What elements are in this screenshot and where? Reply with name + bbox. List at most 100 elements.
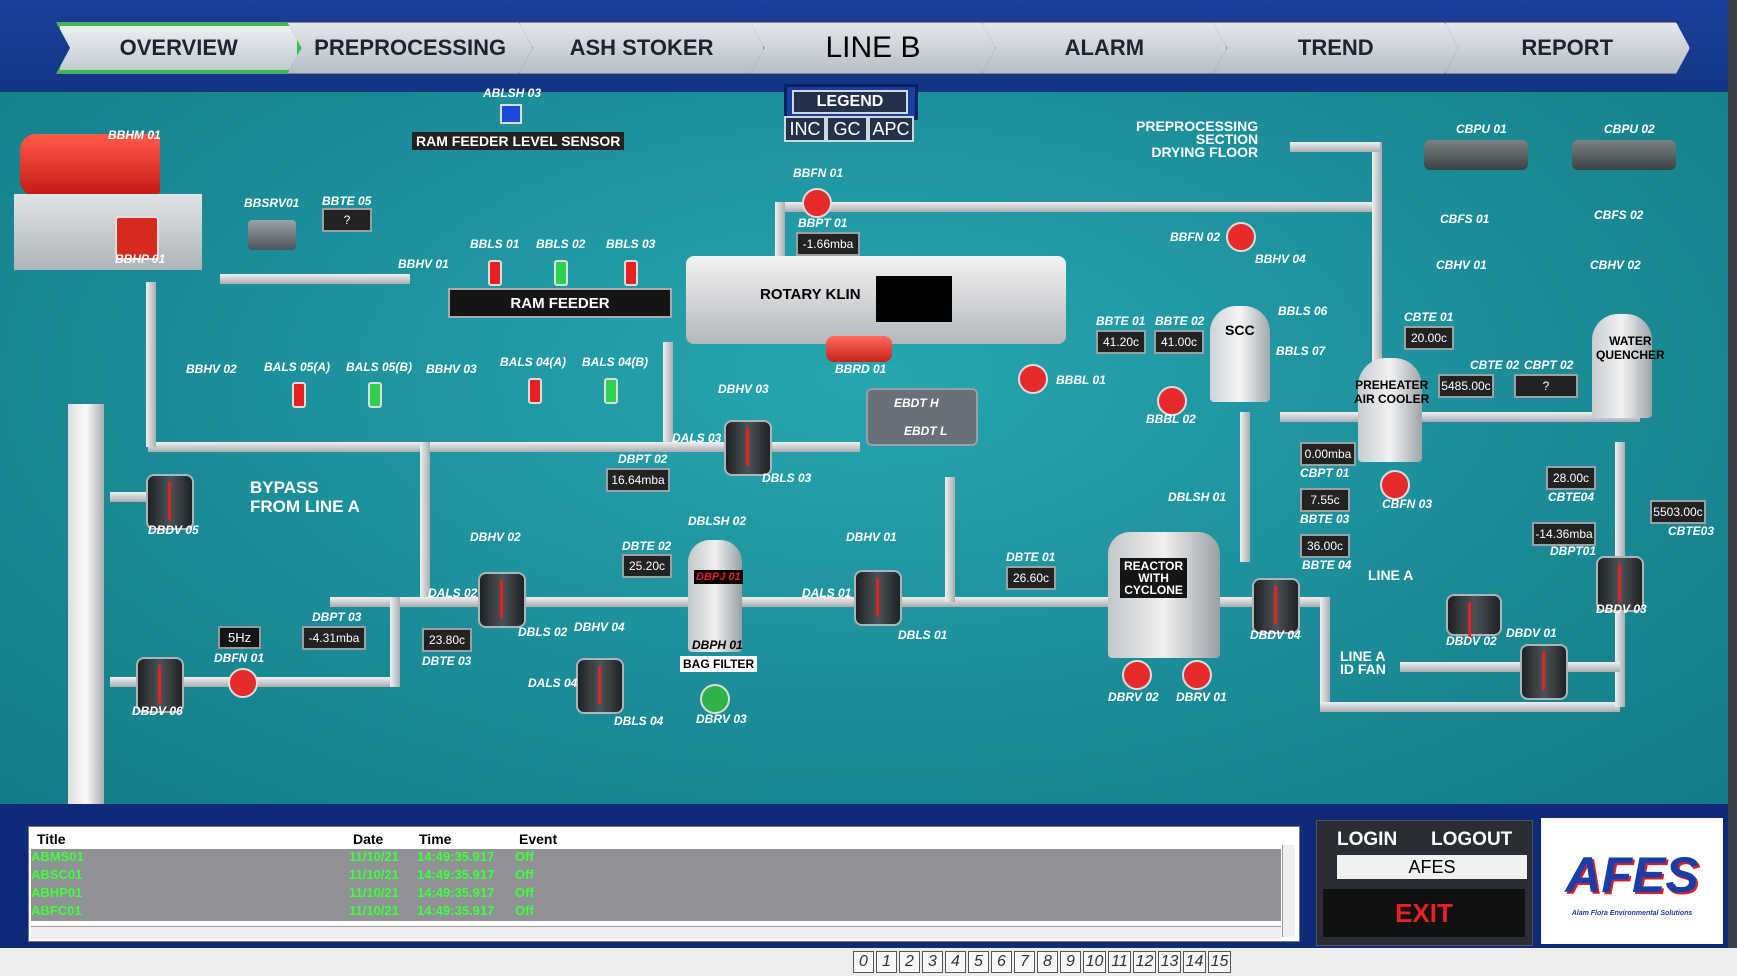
valve-dbdv01[interactable] [1520,644,1568,700]
pump-cbpu01[interactable] [1424,140,1528,170]
page-button[interactable]: 15 [1208,951,1231,973]
level-sensor-icon[interactable] [500,104,522,124]
page-button[interactable]: 7 [1014,951,1035,973]
valve-dbhv02[interactable] [478,572,526,628]
sensor-bals04b-icon[interactable] [604,378,618,404]
valve-dbdv02[interactable] [1446,594,1502,640]
label-preprocessing-section: PREPROCESSING SECTION DRYING FLOOR [1136,118,1259,160]
tab-ash-stoker[interactable]: ASH STOKER [519,22,764,74]
water-quencher[interactable] [1592,314,1652,418]
fan-bbfn02-icon[interactable] [1226,222,1256,252]
sensor-bbls03-icon[interactable] [624,260,638,286]
page-button[interactable]: 10 [1083,951,1106,973]
page-button[interactable]: 8 [1037,951,1058,973]
label-dbdv01: DBDV 01 [1506,626,1557,640]
page-selector: 0 1 2 3 4 5 6 7 8 9 10 11 12 13 14 15 [0,948,1737,976]
label-cbfs01: CBFS 01 [1440,212,1490,226]
valve-dbhv03[interactable] [724,420,772,476]
cell-time: 14:49:35.917 [417,867,495,882]
label-dbfn01: DBFN 01 [214,651,265,665]
tab-report[interactable]: REPORT [1445,22,1690,74]
label-ablsh03: ABLSH 03 [483,86,542,100]
page-button[interactable]: 11 [1108,951,1131,973]
label-ebdt-l: EBDT L [904,424,948,438]
vertical-scrollbar[interactable] [1282,845,1295,937]
label-dbls02: DBLS 02 [518,625,568,639]
fan-bbbl01-icon[interactable] [1018,364,1048,394]
readout-cbte02: 5485.00c [1438,374,1494,398]
label-cbfs02: CBFS 02 [1594,208,1644,222]
fan-dbrv01-icon[interactable] [1182,660,1212,690]
label-dbdv02: DBDV 02 [1446,634,1497,648]
event-log-table[interactable]: Title Date Time Event ABMS01 11/10/21 14… [28,826,1300,942]
fan-dbrv02-icon[interactable] [1122,660,1152,690]
tab-trend[interactable]: TREND [1213,22,1458,74]
sensor-bbls02-icon[interactable] [554,260,568,286]
label-bbhv02: BBHV 02 [186,362,237,376]
tab-line-b[interactable]: LINE B [750,22,995,74]
tab-alarm[interactable]: ALARM [982,22,1227,74]
tab-preprocessing[interactable]: PREPROCESSING [287,22,532,74]
page-button[interactable]: 2 [899,951,920,973]
scc-chamber[interactable] [1210,306,1270,402]
label-dbte02: DBTE 02 [622,539,672,553]
col-time: Time [419,831,452,847]
fan-cbfn03-icon[interactable] [1380,470,1410,500]
page-button[interactable]: 9 [1060,951,1081,973]
fan-dbrv03-icon[interactable] [700,684,730,714]
pipe [1280,412,1640,422]
readout-dbte03: 23.80c [422,628,472,652]
page-button[interactable]: 14 [1183,951,1206,973]
exit-button[interactable]: EXIT [1323,889,1525,937]
pipe [945,477,955,602]
sensor-bals05a-icon[interactable] [292,382,306,408]
sensor-bals04a-icon[interactable] [528,378,542,404]
page-button[interactable]: 0 [853,951,874,973]
user-field[interactable]: AFES [1337,855,1527,879]
kiln-viewport [876,276,952,322]
label-dbdv06: DBDV 06 [132,704,183,718]
cell-title: ABMS01 [31,849,84,864]
fan-bbfn01-icon[interactable] [802,188,832,218]
legend-apc-button[interactable]: APC [868,116,914,142]
bag-filter-vessel[interactable] [688,540,742,652]
label-line-a: LINE A [1368,567,1414,583]
motor-bbhm01[interactable] [20,134,160,196]
rotary-valve-bbsrv01[interactable] [248,220,296,250]
logout-button[interactable]: LOGOUT [1431,829,1512,851]
legend-title[interactable]: LEGEND [792,90,908,114]
horizontal-scrollbar[interactable] [31,926,1281,939]
sensor-bbls01-icon[interactable] [488,260,502,286]
top-navigation-bar: OVERVIEW PREPROCESSING ASH STOKER LINE B… [0,0,1737,92]
legend-inc-button[interactable]: INC [784,116,826,142]
pump-cbpu02[interactable] [1572,140,1676,170]
label-dbte03: DBTE 03 [422,654,472,668]
page-button[interactable]: 5 [968,951,989,973]
page-button[interactable]: 4 [945,951,966,973]
process-diagram: BBHM 01 BBHP 01 LEGEND INC GC APC ABLSH … [0,84,1728,804]
tab-overview[interactable]: OVERVIEW [56,22,301,74]
fan-dbfn01-icon[interactable] [228,668,258,698]
page-button[interactable]: 6 [991,951,1012,973]
login-panel: LOGIN LOGOUT AFES EXIT [1316,820,1533,946]
sensor-bals05b-icon[interactable] [368,382,382,408]
login-button[interactable]: LOGIN [1337,829,1397,851]
readout-bbpt01: -1.66mba [796,232,860,256]
legend-gc-button[interactable]: GC [826,116,868,142]
label-dbdv04: DBDV 04 [1250,628,1301,642]
label-bbhm01: BBHM 01 [108,128,161,142]
page-button[interactable]: 13 [1158,951,1181,973]
label-bals04a: BALS 04(A) [500,355,567,369]
preheater-air-cooler[interactable] [1358,358,1422,462]
page-button[interactable]: 12 [1133,951,1156,973]
pipe [1240,412,1250,562]
readout-cbte01: 20.00c [1404,326,1454,350]
ram-feeder[interactable]: RAM FEEDER [448,288,672,318]
page-button[interactable]: 3 [922,951,943,973]
page-button[interactable]: 1 [876,951,897,973]
valve-dbdv04[interactable] [1252,578,1300,634]
valve-dbhv01[interactable] [854,570,902,626]
valve-dbhv04[interactable] [576,658,624,714]
valve-dbdv05[interactable] [146,474,194,530]
motor-bbrd01[interactable] [826,336,892,362]
